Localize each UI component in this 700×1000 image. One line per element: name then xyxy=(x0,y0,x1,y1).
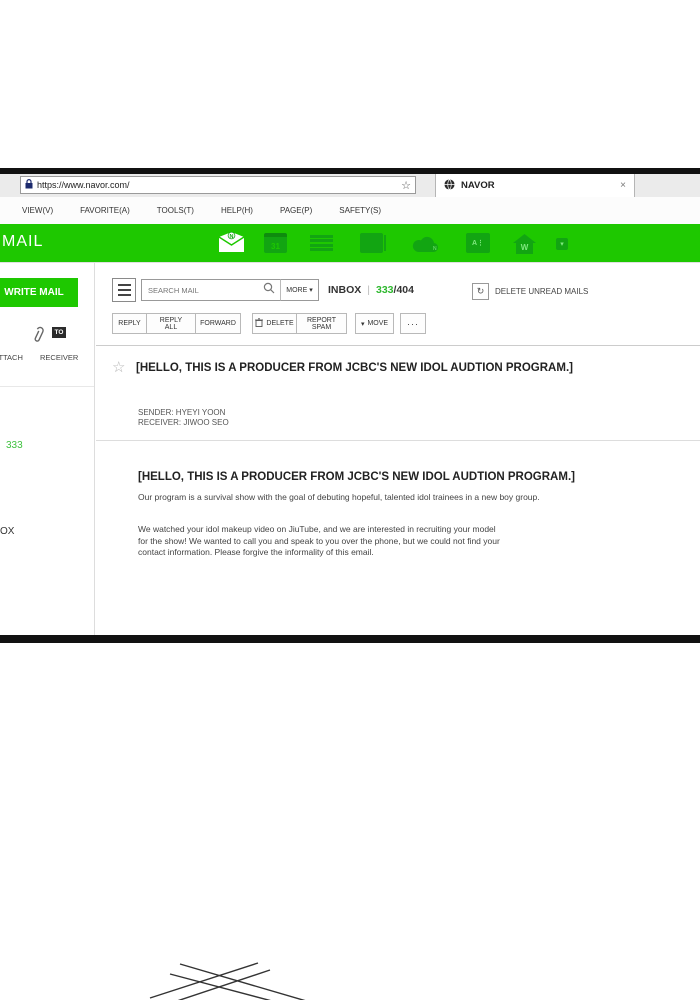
inbox-separator: | xyxy=(367,284,370,296)
search-icon[interactable] xyxy=(263,281,275,299)
webtoon-panel-mail-screenshot: { "browser": { "url": "https://www.navor… xyxy=(0,0,700,1000)
refresh-icon: ↻ xyxy=(472,283,489,300)
favorite-star-icon[interactable]: ☆ xyxy=(401,179,411,192)
chevron-down-icon: ▾ xyxy=(309,286,313,294)
header-divider xyxy=(0,262,700,263)
paperclip-icon[interactable] xyxy=(30,325,46,350)
menu-tools[interactable]: TOOLS(T) xyxy=(157,206,194,215)
list-icon[interactable] xyxy=(310,233,333,253)
more-apps-icon[interactable]: ▾ xyxy=(556,238,568,250)
message-subject[interactable]: [HELLO, THIS IS A PRODUCER FROM JCBC'S N… xyxy=(136,362,686,374)
message-meta-divider xyxy=(96,440,700,441)
menu-view[interactable]: VIEW(V) xyxy=(22,206,53,215)
lock-icon xyxy=(25,176,33,194)
browser-tab[interactable]: NAVOR × xyxy=(435,174,635,197)
svg-text:N: N xyxy=(230,234,234,240)
trash-icon xyxy=(255,318,263,329)
message-meta: SENDER: HYEYI YOON RECEIVER: JIWOO SEO xyxy=(138,408,229,428)
menu-safety[interactable]: SAFETY(S) xyxy=(339,206,381,215)
message-top-border xyxy=(96,345,700,346)
menu-page[interactable]: PAGE(P) xyxy=(280,206,312,215)
sketch-lines-art xyxy=(110,950,340,1000)
star-icon[interactable]: ☆ xyxy=(112,358,125,376)
unread-count: 333 xyxy=(376,284,394,296)
write-mail-button[interactable]: WRITE MAIL xyxy=(0,278,78,307)
inbox-status: INBOX | 333/404 xyxy=(328,284,414,296)
chevron-down-icon: ▾ xyxy=(361,320,365,328)
message-body-paragraph-2: We watched your idol makeup video on Jiu… xyxy=(138,524,683,559)
to-badge-icon[interactable]: TO xyxy=(52,327,66,338)
menu-favorite[interactable]: FAVORITE(A) xyxy=(80,206,130,215)
inbox-label[interactable]: INBOX xyxy=(328,284,361,296)
forward-button[interactable]: FORWARD xyxy=(195,313,241,334)
move-button[interactable]: ▾ MOVE xyxy=(355,313,394,334)
reply-all-button[interactable]: REPLY ALL xyxy=(146,313,196,334)
total-count: /404 xyxy=(394,284,414,296)
sidebar-folder-count[interactable]: 333 xyxy=(6,440,23,451)
dictionary-icon[interactable]: A⋮ xyxy=(466,233,490,253)
delete-unread-mails-button[interactable]: ↻ DELETE UNREAD MAILS xyxy=(472,283,588,300)
search-more-button[interactable]: MORE▾ xyxy=(280,279,319,301)
calendar-icon[interactable]: 31 xyxy=(264,233,287,253)
tab-title: NAVOR xyxy=(461,180,620,191)
mail-service-title: MAIL xyxy=(2,233,43,251)
report-spam-button[interactable]: REPORT SPAM xyxy=(296,313,347,334)
mail-service-header xyxy=(0,224,700,262)
browser-menu-bar: VIEW(V) FAVORITE(A) TOOLS(T) HELP(H) PAG… xyxy=(0,197,700,224)
globe-icon xyxy=(444,177,455,195)
sidebar-quick-actions: ATTACH TO RECEIVER xyxy=(0,325,94,365)
url-text[interactable]: https://www.navor.com/ xyxy=(37,180,401,190)
sidebar-folder-label-partial[interactable]: OX xyxy=(0,526,14,537)
svg-text:N: N xyxy=(433,246,437,252)
reply-button[interactable]: REPLY xyxy=(112,313,147,334)
message-body-paragraph-1: Our program is a survival show with the … xyxy=(138,492,683,502)
cloud-icon[interactable]: N xyxy=(412,235,440,258)
svg-text:W: W xyxy=(521,243,529,252)
contacts-book-icon[interactable] xyxy=(360,233,383,253)
mail-list-menu-button[interactable] xyxy=(112,278,136,302)
delete-button[interactable]: DELETE xyxy=(252,313,297,334)
attach-label: ATTACH xyxy=(0,353,23,362)
address-bar[interactable]: https://www.navor.com/ ☆ xyxy=(20,176,416,194)
sidebar-section-divider xyxy=(0,386,94,387)
search-box xyxy=(141,279,281,301)
tab-close-icon[interactable]: × xyxy=(620,180,626,191)
search-input[interactable] xyxy=(142,286,263,295)
home-icon[interactable]: W xyxy=(512,233,537,255)
mail-envelope-icon[interactable]: N xyxy=(218,231,245,258)
delete-unread-label: DELETE UNREAD MAILS xyxy=(495,287,588,296)
receiver-label: RECEIVER xyxy=(40,353,78,362)
sidebar-divider xyxy=(94,263,95,635)
message-body-heading: [HELLO, THIS IS A PRODUCER FROM JCBC'S N… xyxy=(138,471,688,483)
panel-bottom-border xyxy=(0,635,700,643)
menu-help[interactable]: HELP(H) xyxy=(221,206,253,215)
more-actions-button[interactable]: ··· xyxy=(400,313,426,334)
